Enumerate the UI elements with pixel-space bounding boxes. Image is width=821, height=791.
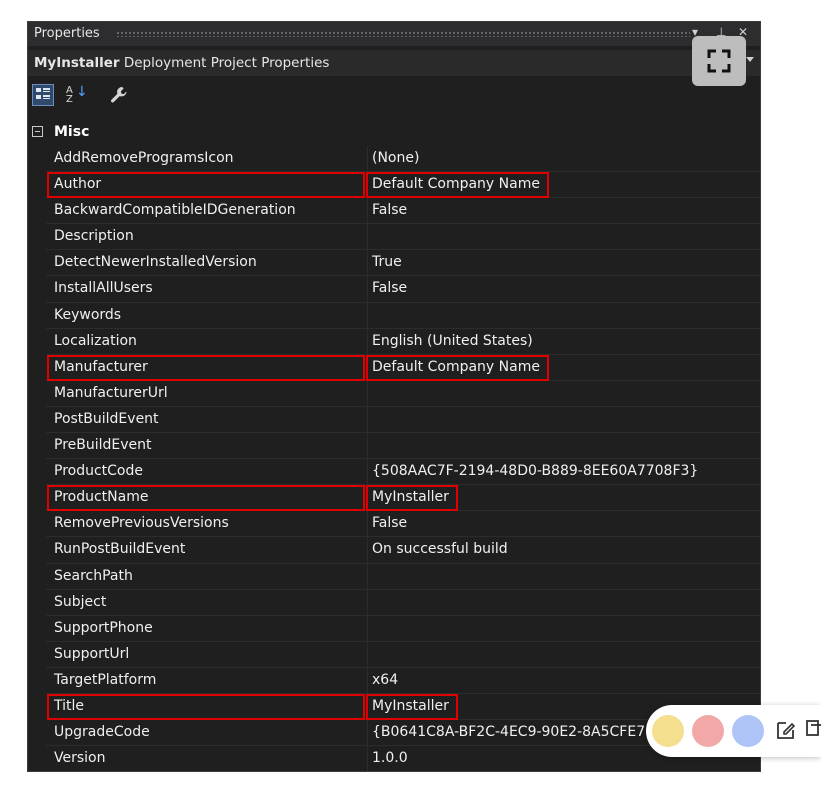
property-value[interactable]: False	[372, 202, 407, 218]
property-name: PreBuildEvent	[54, 437, 152, 454]
properties-panel: Properties ▾ ⊥ ✕ MyInstaller Deployment …	[27, 21, 761, 772]
property-row[interactable]: PostBuildEvent	[28, 406, 760, 434]
property-name: Subject	[54, 593, 107, 610]
annotation-toolbar	[646, 705, 821, 757]
color-swatch-blue[interactable]	[732, 715, 764, 747]
property-value[interactable]: False	[372, 515, 407, 531]
highlight-box-value	[366, 172, 549, 199]
object-name: MyInstaller	[34, 55, 120, 71]
property-row[interactable]: Localization English (United States)	[28, 328, 760, 355]
property-name: BackwardCompatibleIDGeneration	[54, 202, 296, 219]
property-name: DetectNewerInstalledVersion	[54, 254, 257, 271]
category-row-misc[interactable]: Misc	[28, 120, 760, 146]
fullscreen-icon	[707, 49, 731, 73]
collapse-toggle-icon[interactable]	[32, 126, 43, 137]
properties-toolbar: A Z ↓	[28, 80, 760, 110]
property-row[interactable]: AddRemoveProgramsIcon (None)	[28, 146, 760, 173]
property-name: TargetPlatform	[54, 671, 157, 688]
property-row[interactable]: Subject	[28, 589, 760, 616]
property-value[interactable]: (None)	[372, 150, 419, 166]
category-name: Misc	[54, 124, 90, 140]
highlight-box-name	[47, 693, 365, 720]
property-name: UpgradeCode	[54, 724, 150, 741]
color-swatch-yellow[interactable]	[652, 715, 684, 747]
property-row[interactable]: ManufacturerUrl	[28, 380, 760, 407]
panel-titlebar[interactable]: Properties ▾ ⊥ ✕	[28, 22, 760, 46]
highlight-box-value	[366, 693, 458, 720]
color-swatch-red[interactable]	[692, 715, 724, 747]
property-value[interactable]: {B0641C8A-BF2C-4EC9-90E2-8A5CFE7	[372, 724, 645, 740]
property-row[interactable]: DetectNewerInstalledVersion True	[28, 250, 760, 277]
property-name: Description	[54, 228, 134, 245]
property-grid: Misc AddRemoveProgramsIcon (None) Author De…	[28, 120, 760, 771]
chevron-down-icon[interactable]	[746, 57, 754, 62]
highlight-box-value	[366, 354, 549, 381]
property-name: Version	[54, 750, 106, 767]
property-name: SupportUrl	[54, 645, 130, 662]
titlebar-grip[interactable]	[116, 31, 690, 37]
property-row[interactable]: RunPostBuildEvent On successful build	[28, 537, 760, 564]
panel-title: Properties	[34, 26, 100, 41]
wrench-icon[interactable]	[108, 84, 130, 106]
property-row[interactable]: ProductCode {508AAC7F-2194-48D0-B889-8EE6…	[28, 459, 760, 486]
highlight-box-name	[47, 172, 365, 199]
property-row[interactable]: SearchPath	[28, 563, 760, 590]
property-row[interactable]: PreBuildEvent	[28, 433, 760, 460]
property-row[interactable]: BackwardCompatibleIDGeneration False	[28, 198, 760, 225]
object-selector[interactable]: MyInstaller Deployment Project Propertie…	[28, 50, 760, 76]
property-value[interactable]: {508AAC7F-2194-48D0-B889-8EE60A7708F3}	[372, 463, 698, 479]
property-row[interactable]: Keywords	[28, 302, 760, 329]
property-row[interactable]: RemovePreviousVersions False	[28, 511, 760, 538]
highlight-box-name	[47, 354, 365, 381]
property-name: InstallAllUsers	[54, 280, 153, 297]
property-row[interactable]: TargetPlatform x64	[28, 667, 760, 694]
property-value[interactable]: English (United States)	[372, 333, 533, 349]
property-value[interactable]: False	[372, 280, 407, 296]
property-row[interactable]: SupportPhone	[28, 615, 760, 642]
highlight-box-name	[47, 485, 365, 512]
property-value[interactable]: True	[372, 254, 402, 270]
edit-icon[interactable]	[775, 719, 797, 741]
property-name: AddRemoveProgramsIcon	[54, 150, 234, 166]
property-row[interactable]: Version 1.0.0	[28, 746, 760, 771]
property-name: ProductCode	[54, 463, 143, 480]
property-name: RemovePreviousVersions	[54, 515, 229, 532]
property-value[interactable]: On successful build	[372, 541, 508, 557]
property-name: Keywords	[54, 306, 122, 323]
property-name: SearchPath	[54, 567, 133, 584]
property-name: SupportPhone	[54, 619, 153, 636]
property-name: RunPostBuildEvent	[54, 541, 186, 558]
property-value[interactable]: 1.0.0	[372, 750, 408, 766]
property-name: Localization	[54, 332, 137, 349]
alphabetical-sort-icon[interactable]: A Z ↓	[64, 84, 88, 106]
copy-icon[interactable]	[806, 719, 821, 741]
property-row[interactable]: Description	[28, 224, 760, 251]
property-name: ManufacturerUrl	[54, 384, 168, 401]
property-name: PostBuildEvent	[54, 410, 159, 427]
property-row[interactable]: SupportUrl	[28, 641, 760, 668]
fullscreen-button[interactable]	[692, 36, 746, 86]
property-row[interactable]: InstallAllUsers False	[28, 276, 760, 303]
categorized-view-icon[interactable]	[32, 84, 54, 106]
property-value[interactable]: x64	[372, 672, 398, 688]
highlight-box-value	[366, 485, 458, 512]
object-type: Deployment Project Properties	[123, 55, 330, 71]
